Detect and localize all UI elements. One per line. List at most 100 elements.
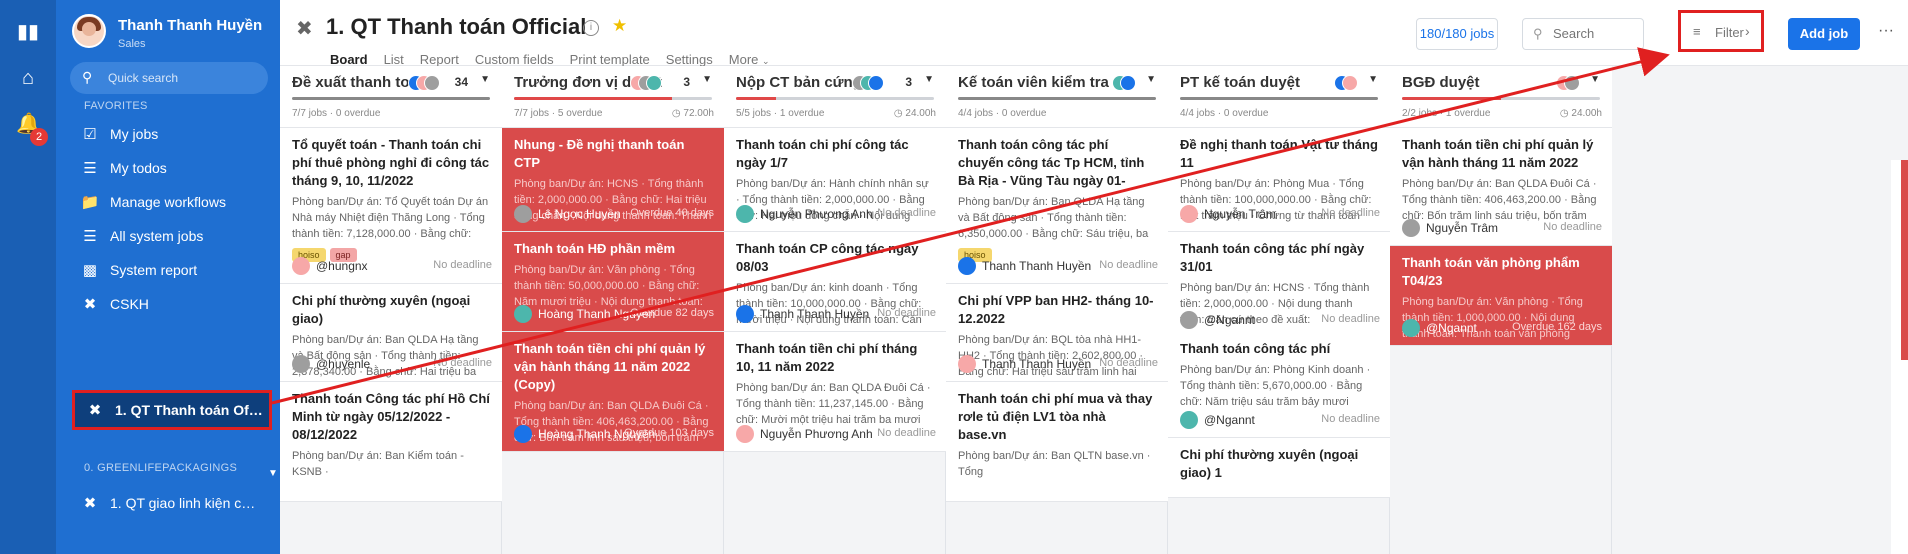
time-value: 72.00h (683, 108, 714, 119)
jobs-count-button[interactable]: 180/180 jobs (1416, 18, 1498, 50)
home-icon[interactable]: ⌂ (16, 66, 40, 90)
job-card-title: Thanh toán CP công tác ngày 08/03 (736, 241, 919, 274)
workflow-icon: ✖ (83, 296, 97, 313)
chevron-down-icon[interactable]: ▼ (1368, 74, 1378, 85)
column-members[interactable] (1334, 75, 1360, 93)
tab-print-template[interactable]: Print template (570, 52, 650, 67)
time-value: 24.00h (1571, 108, 1602, 119)
job-card[interactable]: Thanh toán chi phí công tác ngày 1/7 Phòn… (724, 128, 946, 232)
job-card[interactable]: Chi phí thường xuyên (ngoại giao) 1 (1168, 438, 1390, 498)
column-header[interactable]: BGĐ duyệt ▼ 2/2 jobs · 1 overdue ◷ 24.00h (1390, 66, 1612, 128)
job-card[interactable]: Thanh toán tiền chi phí tháng 10, 11 năm… (724, 332, 946, 452)
job-card-title: Thanh toán công tác phí chuyến công tác … (958, 137, 1145, 188)
tab-board[interactable]: Board (330, 52, 368, 74)
job-card-footer: Nguyễn Phương Anh No deadline (736, 205, 936, 223)
job-card[interactable]: Nhung - Đề nghị thanh toán CTP Phòng ban/… (502, 128, 724, 232)
tab-settings[interactable]: Settings (666, 52, 713, 67)
tab-more[interactable]: More ⌄ (729, 52, 770, 67)
quick-search[interactable]: ⚲ Quick search (70, 62, 268, 94)
sidebar-item-all-system-jobs[interactable]: ☰ All system jobs (70, 219, 268, 253)
add-job-button[interactable]: Add job (1788, 18, 1860, 50)
job-card[interactable]: Chi phí thường xuyên (ngoại giao) Phòng b… (280, 284, 502, 382)
column-title: Nộp CT bản cứng (736, 74, 862, 91)
avatar (514, 205, 532, 223)
column-header[interactable]: PT kế toán duyệt ▼ 4/4 jobs · 0 overdue (1168, 66, 1390, 128)
sidebar-item-my-todos[interactable]: ☰ My todos (70, 151, 268, 185)
chevron-down-icon[interactable]: ▼ (702, 74, 712, 85)
sidebar-item-qt-thanh-toan[interactable]: ✖ 1. QT Thanh toán Offic... (72, 390, 272, 430)
search-box[interactable]: ⚲ (1522, 18, 1644, 50)
clock-icon: ◷ (671, 108, 684, 119)
chevron-down-icon[interactable]: ▼ (924, 74, 934, 85)
avatar (736, 205, 754, 223)
job-card[interactable]: Thanh toán chi phí mua và thay rơle tủ đ… (946, 382, 1168, 502)
chevron-down-icon[interactable]: ▼ (268, 468, 278, 479)
column-title: BGĐ duyệt (1402, 74, 1480, 91)
sidebar-item-label: Manage workflows (110, 194, 226, 210)
column-progress-bar (292, 97, 490, 100)
job-card-footer: Nguyễn Trâm No deadline (1180, 205, 1380, 223)
board-column: Trưởng đơn vị duyệt 3 ▼ 7/7 jobs · 5 overdu… (502, 66, 724, 554)
job-card-title: Thanh toán tiền chi phí quản lý vận hành… (1402, 137, 1594, 170)
deadline-status: No deadline (877, 307, 936, 319)
chevron-down-icon[interactable]: ▼ (1590, 74, 1600, 85)
job-card[interactable]: Thanh toán văn phòng phẩm T04/23 Phòng ba… (1390, 246, 1612, 346)
column-progress-bar (514, 97, 712, 100)
job-card[interactable]: Thanh toán HĐ phần mềm Phòng ban/Dự án: V… (502, 232, 724, 332)
star-icon[interactable]: ★ (612, 16, 627, 36)
column-members[interactable] (852, 75, 886, 93)
job-card-title: Thanh toán văn phòng phẩm T04/23 (1402, 255, 1580, 288)
job-card[interactable]: Thanh toán Công tác phí Hồ Chí Minh từ n… (280, 382, 502, 502)
tab-report[interactable]: Report (420, 52, 459, 67)
job-card[interactable]: Thanh toán CP công tác ngày 08/03 Phòng b… (724, 232, 946, 332)
job-card[interactable]: Thanh toán tiền chi phí quản lý vận hành… (502, 332, 724, 452)
search-icon: ⚲ (1533, 26, 1543, 41)
job-card[interactable]: Thanh toán tiền chi phí quản lý vận hành… (1390, 128, 1612, 246)
column-members[interactable] (630, 75, 664, 93)
deadline-status: No deadline (1099, 259, 1158, 271)
chevron-down-icon[interactable]: ▼ (1146, 74, 1156, 85)
job-card[interactable]: Tổ quyết toán - Thanh toán chi phí thuê … (280, 128, 502, 284)
job-card[interactable]: Đề nghị thanh toán Vật tư tháng 11 Phòng … (1168, 128, 1390, 232)
search-input[interactable] (1553, 26, 1639, 41)
info-icon[interactable]: i (583, 20, 599, 36)
avatar (1342, 75, 1358, 91)
column-header[interactable]: Đề xuất thanh toán 34 ▼ 7/7 jobs · 0 overdu… (280, 66, 502, 128)
sidebar-item-manage-workflows[interactable]: 📁 Manage workflows (70, 185, 268, 219)
user-name: Thanh Thanh Huyền (118, 17, 263, 34)
sidebar-item-my-jobs[interactable]: ☑ My jobs (70, 117, 268, 151)
kanban-board: Đề xuất thanh toán 34 ▼ 7/7 jobs · 0 overdu… (280, 66, 1908, 554)
job-card-title: Thanh toán chi phí mua và thay rơle tủ đ… (958, 391, 1153, 442)
sidebar-item-qt-giao-linh-kien[interactable]: ✖ 1. QT giao linh kiện ch... (70, 486, 268, 520)
deadline-status: No deadline (1543, 221, 1602, 233)
job-card-title: Thanh toán tiền chi phí tháng 10, 11 năm… (736, 341, 918, 374)
sidebar-item-system-report[interactable]: ▩ System report (70, 253, 268, 287)
more-options-button[interactable]: ··· (1870, 18, 1902, 50)
filter-button[interactable]: ≡ Filter › (1678, 10, 1764, 52)
assignee-name: @Ngannt (1204, 313, 1255, 327)
deadline-status: No deadline (1321, 207, 1380, 219)
app-logo-icon[interactable]: ▮▮ (16, 20, 40, 44)
column-header[interactable]: Trưởng đơn vị duyệt 3 ▼ 7/7 jobs · 5 overdu… (502, 66, 724, 128)
column-members[interactable] (1556, 75, 1582, 93)
job-card[interactable]: Thanh toán công tác phí ngày 31/01 Phòng … (1168, 232, 1390, 338)
column-header[interactable]: Kế toán viên kiểm tra ▼ 4/4 jobs · 0 overd… (946, 66, 1168, 128)
chevron-right-icon: › (1745, 23, 1750, 39)
tab-custom-fields[interactable]: Custom fields (475, 52, 554, 67)
column-stats: 7/7 jobs · 0 overdue (292, 108, 381, 119)
deadline-status: Overdue 40 days (630, 207, 714, 219)
tab-list[interactable]: List (384, 52, 404, 67)
job-card-footer: @Ngannt Overdue 162 days (1402, 319, 1602, 337)
filter-icon: ≡ (1693, 24, 1701, 39)
job-card[interactable]: Thanh toán công tác phí chuyến công tác … (946, 128, 1168, 284)
job-card-title: Chi phí thường xuyên (ngoại giao) 1 (1180, 447, 1359, 480)
chevron-down-icon[interactable]: ▼ (480, 74, 490, 85)
job-card[interactable]: Thanh toán công tác phí Phòng ban/Dự án: … (1168, 332, 1390, 438)
column-stats: 4/4 jobs · 0 overdue (958, 108, 1047, 119)
column-header[interactable]: Nộp CT bản cứng 3 ▼ 5/5 jobs · 1 overdue ◷ 2… (724, 66, 946, 128)
job-card[interactable]: Chi phí VPP ban HH2- tháng 10-12.2022 Phò… (946, 284, 1168, 382)
column-members[interactable] (1112, 75, 1138, 93)
filter-label: Filter (1715, 25, 1744, 40)
sidebar-item-cskh[interactable]: ✖ CSKH (70, 287, 268, 321)
column-members[interactable] (408, 75, 442, 93)
